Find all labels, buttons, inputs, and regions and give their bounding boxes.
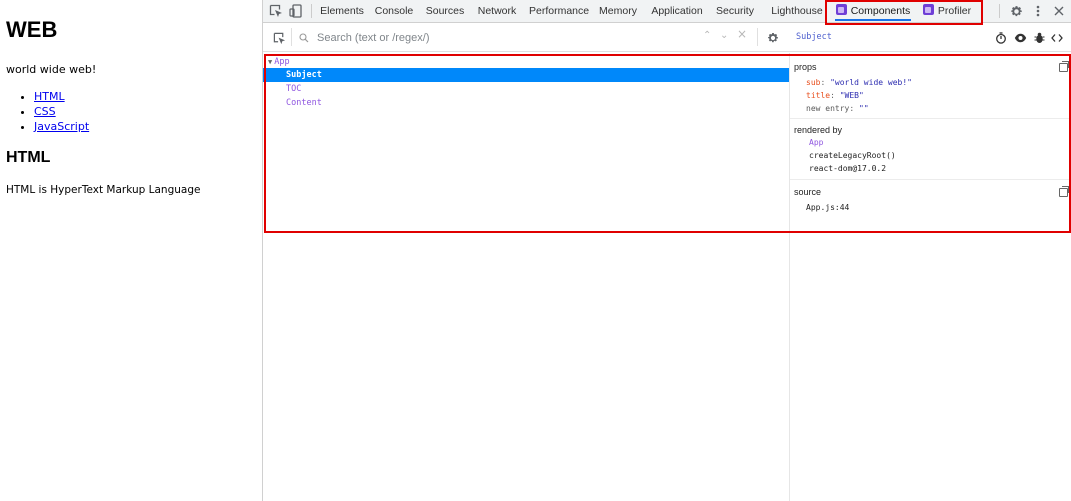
prop-new-entry[interactable]: new entry: "": [806, 104, 869, 113]
source-title: source: [794, 187, 822, 197]
section-heading: HTML: [6, 149, 51, 166]
toolbar-divider: [757, 28, 758, 46]
link-javascript[interactable]: JavaScript: [34, 120, 89, 133]
prop-value[interactable]: "": [859, 104, 869, 113]
page-subtitle: world wide web!: [6, 63, 97, 76]
inspect-element-icon[interactable]: [268, 3, 284, 19]
copy-props-icon[interactable]: [1059, 61, 1069, 72]
component-details: props sub: "world wide web!" title: "WEB…: [789, 53, 1071, 501]
component-tree: ▼ App Subject TOC Content: [263, 53, 789, 501]
source-location[interactable]: App.js:44: [806, 203, 849, 212]
next-result-icon[interactable]: ⌄: [720, 30, 728, 41]
tab-lighthouse[interactable]: Lighthouse: [771, 0, 823, 22]
page-title: WEB: [6, 17, 58, 42]
selected-component-name: Subject: [796, 32, 832, 42]
suspend-timer-icon[interactable]: [993, 30, 1009, 46]
expand-arrow-icon[interactable]: ▼: [268, 58, 272, 66]
devtools-tabbar: Elements Console Sources Network Perform…: [263, 0, 1071, 23]
tab-components-label: Components: [850, 5, 911, 17]
toc-list: HTML CSS JavaScript: [34, 89, 89, 134]
tree-row-app[interactable]: ▼ App: [263, 55, 789, 69]
tab-console[interactable]: Console: [373, 0, 415, 22]
component-search: [299, 27, 754, 48]
previous-result-icon[interactable]: ⌃: [703, 30, 711, 41]
inspect-dom-eye-icon[interactable]: [1012, 30, 1028, 46]
owner-create-legacy-root: createLegacyRoot(): [809, 151, 896, 160]
link-html[interactable]: HTML: [34, 90, 65, 103]
tab-profiler-label: Profiler: [937, 5, 972, 17]
owner-app[interactable]: App: [809, 138, 823, 147]
tree-row-toc[interactable]: TOC: [263, 82, 789, 96]
react-components-icon: [835, 4, 847, 15]
device-toggle-icon[interactable]: [288, 3, 304, 19]
tab-memory[interactable]: Memory: [599, 0, 637, 22]
tab-application[interactable]: Application: [649, 0, 705, 22]
prop-key[interactable]: new entry: [806, 104, 849, 113]
tree-row-content[interactable]: Content: [263, 96, 789, 110]
section-text: HTML is HyperText Markup Language: [6, 184, 201, 196]
rendered-by-title: rendered by: [794, 125, 843, 135]
prop-key: title: [806, 91, 831, 100]
webpage-viewport: WEB world wide web! HTML CSS JavaScript …: [0, 0, 262, 501]
toc-item: HTML: [34, 89, 89, 104]
tabbar-divider: [311, 4, 312, 18]
select-element-icon[interactable]: [271, 30, 287, 46]
tab-network[interactable]: Network: [475, 0, 519, 22]
tab-elements[interactable]: Elements: [318, 0, 366, 22]
clear-search-icon[interactable]: ×: [737, 27, 747, 41]
devtools-panel: Elements Console Sources Network Perform…: [262, 0, 1071, 501]
source-section: source App.js:44: [790, 180, 1071, 222]
rendered-by-section: rendered by App createLegacyRoot() react…: [790, 119, 1071, 180]
log-to-console-bug-icon[interactable]: [1031, 30, 1047, 46]
tree-row-subject[interactable]: Subject: [263, 68, 789, 82]
tabbar-divider: [999, 4, 1000, 18]
more-options-icon[interactable]: [1030, 3, 1046, 19]
components-toolbar: ⌃ ⌄ × Subject: [263, 23, 1071, 52]
search-icon: [299, 32, 309, 42]
tree-row-label: TOC: [286, 84, 302, 94]
toc-item: CSS: [34, 104, 89, 119]
prop-value[interactable]: "WEB": [840, 91, 864, 100]
toc-item: JavaScript: [34, 119, 89, 134]
toolbar-divider: [291, 28, 292, 46]
props-section: props sub: "world wide web!" title: "WEB…: [790, 53, 1071, 119]
tree-row-label: Content: [286, 98, 322, 108]
tab-profiler[interactable]: Profiler: [919, 0, 975, 22]
copy-source-icon[interactable]: [1059, 186, 1069, 197]
prop-sub[interactable]: sub: "world wide web!": [806, 78, 912, 87]
tree-row-label: App: [274, 57, 290, 67]
owner-react-dom: react-dom@17.0.2: [809, 164, 887, 173]
tab-performance[interactable]: Performance: [529, 0, 589, 22]
settings-gear-icon[interactable]: [1008, 3, 1024, 19]
tab-components[interactable]: Components: [831, 0, 915, 22]
prop-value[interactable]: "world wide web!": [830, 78, 912, 87]
tree-row-label: Subject: [286, 70, 322, 80]
link-css[interactable]: CSS: [34, 105, 56, 118]
prop-title[interactable]: title: "WEB": [806, 91, 864, 100]
close-devtools-icon[interactable]: [1051, 3, 1067, 19]
tab-security[interactable]: Security: [715, 0, 755, 22]
react-profiler-icon: [922, 4, 934, 15]
view-source-icon[interactable]: [1049, 30, 1065, 46]
component-settings-icon[interactable]: [765, 30, 781, 46]
tab-sources[interactable]: Sources: [425, 0, 465, 22]
props-title: props: [794, 62, 817, 72]
prop-key: sub: [806, 78, 821, 87]
search-input[interactable]: [317, 31, 677, 44]
